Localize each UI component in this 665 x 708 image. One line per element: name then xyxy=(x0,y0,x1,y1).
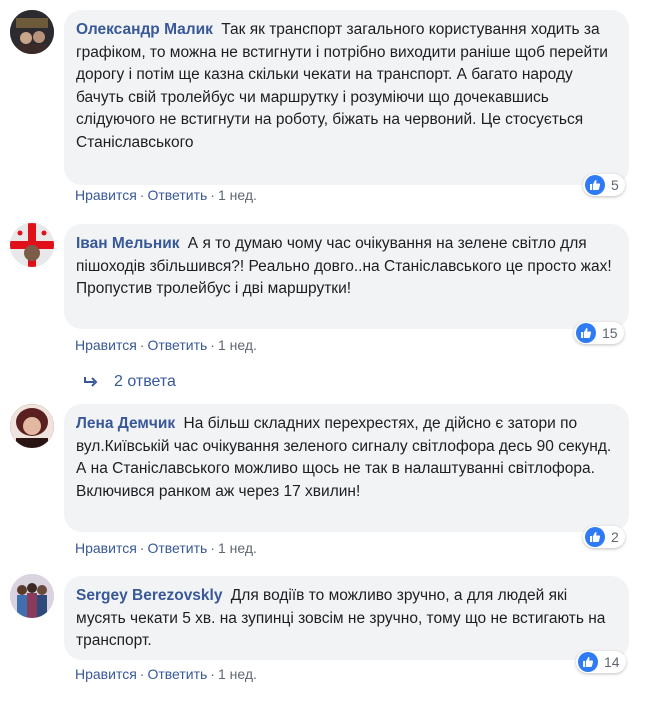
reply-link[interactable]: Ответить xyxy=(147,666,207,682)
reply-link[interactable]: Ответить xyxy=(147,540,207,556)
reaction-number: 14 xyxy=(604,654,620,670)
comment-author[interactable]: Олександр Малик xyxy=(76,21,213,38)
like-link[interactable]: Нравится xyxy=(75,187,137,203)
reaction-count[interactable]: 14 xyxy=(576,651,626,673)
reply-link[interactable]: Ответить xyxy=(147,187,207,203)
comment-actions: Нравится · Ответить · 1 нед. xyxy=(75,666,257,682)
view-replies-link[interactable]: 2 ответа xyxy=(82,373,176,391)
reaction-count[interactable]: 5 xyxy=(583,174,625,196)
reply-link[interactable]: Ответить xyxy=(147,337,207,353)
comment-author[interactable]: Лена Демчик xyxy=(76,415,175,432)
reaction-number: 5 xyxy=(611,177,619,193)
comment-actions: Нравится · Ответить · 1 нед. xyxy=(75,187,257,203)
like-link[interactable]: Нравится xyxy=(75,540,137,556)
avatar[interactable] xyxy=(10,574,54,618)
reaction-count[interactable]: 2 xyxy=(583,526,625,548)
comment-bubble: Sergey Berezovskly Для водіїв то можливо… xyxy=(64,576,629,660)
like-link[interactable]: Нравится xyxy=(75,666,137,682)
comment-text: Так як транспорт загального користування… xyxy=(76,21,608,151)
reaction-number: 2 xyxy=(611,529,619,545)
like-icon xyxy=(578,652,598,672)
comment-author[interactable]: Іван Мельник xyxy=(76,235,179,252)
avatar[interactable] xyxy=(10,404,54,448)
avatar-photo-icon xyxy=(10,10,54,54)
avatar[interactable] xyxy=(10,223,54,267)
timestamp[interactable]: 1 нед. xyxy=(218,540,257,556)
avatar-photo-icon xyxy=(10,574,54,618)
replies-count: 2 ответа xyxy=(114,373,176,390)
timestamp[interactable]: 1 нед. xyxy=(218,666,257,682)
reaction-count[interactable]: 15 xyxy=(574,322,624,344)
avatar[interactable] xyxy=(10,10,54,54)
avatar-flag-icon xyxy=(10,223,54,267)
comment-bubble: Олександр Малик Так як транспорт загальн… xyxy=(64,10,629,185)
comment-author[interactable]: Sergey Berezovskly xyxy=(76,587,222,604)
timestamp[interactable]: 1 нед. xyxy=(218,337,257,353)
like-link[interactable]: Нравится xyxy=(75,337,137,353)
comment-actions: Нравится · Ответить · 1 нед. xyxy=(75,337,257,353)
reply-arrow-icon xyxy=(84,377,98,387)
like-icon xyxy=(576,323,596,343)
comment-bubble: Іван Мельник А я то думаю чому час очіку… xyxy=(64,224,629,329)
like-icon xyxy=(585,175,605,195)
timestamp[interactable]: 1 нед. xyxy=(218,187,257,203)
reaction-number: 15 xyxy=(602,325,618,341)
avatar-photo-icon xyxy=(10,404,54,448)
like-icon xyxy=(585,527,605,547)
comment-actions: Нравится · Ответить · 1 нед. xyxy=(75,540,257,556)
comment-bubble: Лена Демчик На більш складних перехрестя… xyxy=(64,404,629,532)
